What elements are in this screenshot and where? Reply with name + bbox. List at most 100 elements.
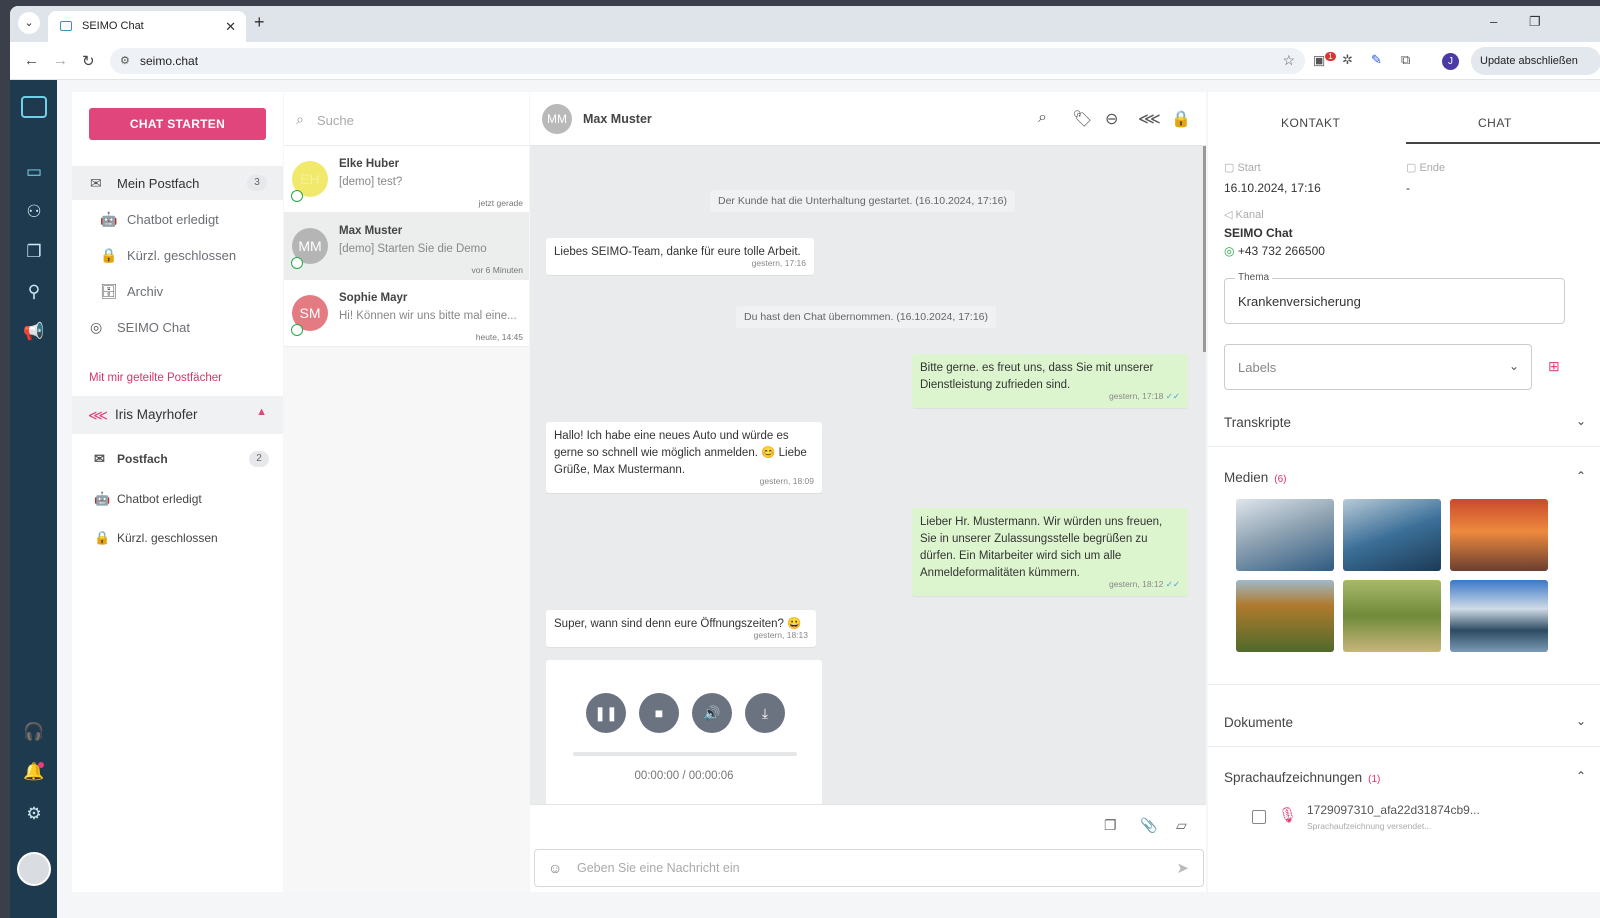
volume-button[interactable]: 🔊 bbox=[692, 693, 732, 733]
tab-chat[interactable]: CHAT bbox=[1478, 116, 1512, 130]
section-voice-recordings[interactable]: Sprachaufzeichnungen (1) ⌃ bbox=[1208, 753, 1600, 801]
sidebar-item-label: Kürzl. geschlossen bbox=[127, 248, 237, 263]
media-thumbnail[interactable] bbox=[1450, 580, 1548, 652]
back-icon[interactable]: ← bbox=[24, 52, 39, 69]
channel-label: ◁ Kanal bbox=[1224, 209, 1264, 221]
broadcast-nav-icon[interactable]: 📢 bbox=[22, 320, 46, 344]
templates-icon[interactable]: ❐ bbox=[1104, 817, 1117, 834]
audio-time: 00:00:00 / 00:00:06 bbox=[634, 770, 734, 782]
sidebar-item-label: SEIMO Chat bbox=[117, 320, 190, 335]
conversation-item[interactable]: EH Elke Huber [demo] test? jetzt gerade bbox=[284, 146, 529, 213]
forward-icon[interactable]: → bbox=[53, 52, 68, 69]
shared-owner-name: Iris Mayrhofer bbox=[115, 407, 198, 422]
share-icon[interactable]: ⋘ bbox=[1138, 109, 1161, 129]
chevron-up-icon: ▲ bbox=[256, 406, 267, 418]
channel-name: SEIMO Chat bbox=[1224, 226, 1293, 240]
section-media[interactable]: Medien (6) ⌃ bbox=[1208, 453, 1600, 501]
conversation-item[interactable]: MM Max Muster [demo] Starten Sie die Dem… bbox=[284, 213, 529, 280]
lock-icon[interactable]: 🔒 bbox=[1171, 109, 1191, 129]
media-thumbnail[interactable] bbox=[1343, 580, 1441, 652]
section-transcripts[interactable]: Transkripte ⌄ bbox=[1208, 398, 1600, 446]
conversation-list: ⌕ Suche EH Elke Huber [demo] test? jetzt… bbox=[284, 92, 529, 892]
media-thumbnail[interactable] bbox=[1450, 499, 1548, 571]
new-tab-icon[interactable]: + bbox=[254, 12, 265, 33]
message-preview: [demo] Starten Sie die Demo bbox=[339, 243, 487, 255]
reload-icon[interactable]: ↻ bbox=[82, 52, 95, 70]
message-time: vor 6 Minuten bbox=[471, 265, 524, 275]
close-tab-icon[interactable]: ✕ bbox=[225, 19, 236, 35]
tab-contact[interactable]: KONTAKT bbox=[1281, 116, 1340, 130]
labels-placeholder: Labels bbox=[1238, 360, 1277, 375]
message-time: gestern, 18:12 ✓✓ bbox=[1109, 576, 1180, 593]
templates-nav-icon[interactable]: ❐ bbox=[22, 240, 46, 264]
url-field[interactable]: ⚙ seimo.chat ☆ bbox=[110, 48, 1305, 74]
section-documents[interactable]: Dokumente ⌄ bbox=[1208, 698, 1600, 746]
attachment-icon[interactable]: 📎 bbox=[1140, 817, 1157, 834]
settings-gear-icon[interactable]: ⚙ bbox=[22, 802, 46, 826]
sidebar-item-my-inbox[interactable]: ✉ Mein Postfach 3 bbox=[72, 166, 283, 200]
stop-button[interactable]: ■ bbox=[639, 693, 679, 733]
sidebar-item-archive[interactable]: 🗄 Archiv bbox=[72, 274, 283, 308]
extensions-puzzle-icon[interactable]: ⧉ bbox=[1401, 52, 1410, 68]
contact-name: Elke Huber bbox=[339, 158, 400, 170]
chevron-up-icon: ⌃ bbox=[1575, 469, 1586, 483]
profile-avatar[interactable]: J bbox=[1442, 53, 1459, 70]
outgoing-message: Lieber Hr. Mustermann. Wir würden uns fr… bbox=[912, 508, 1188, 596]
pause-button[interactable]: ❚❚ bbox=[586, 693, 626, 733]
topic-label: Thema bbox=[1235, 272, 1273, 283]
browser-tab[interactable]: SEIMO Chat ✕ bbox=[48, 11, 246, 42]
sidebar-item-seimo-chat[interactable]: ◎ SEIMO Chat bbox=[72, 310, 283, 344]
close-chat-icon[interactable]: ⊖ bbox=[1105, 109, 1118, 129]
shared-owner-toggle[interactable]: ⋘ Iris Mayrhofer ▲ bbox=[72, 396, 283, 434]
shared-item-chatbot-done[interactable]: 🤖 Chatbot erledigt bbox=[72, 484, 283, 514]
routing-nav-icon[interactable]: ⚲ bbox=[22, 280, 46, 304]
message-input[interactable]: ☺ Geben Sie eine Nachricht ein ➤ bbox=[534, 849, 1204, 887]
contacts-nav-icon[interactable]: ⚇ bbox=[22, 200, 46, 224]
pin-extension-icon[interactable]: ✎ bbox=[1371, 52, 1382, 68]
media-thumbnail[interactable] bbox=[1343, 499, 1441, 571]
start-label: ▢ Start bbox=[1224, 162, 1261, 174]
seimo-logo-icon[interactable] bbox=[21, 96, 47, 118]
chats-nav-icon[interactable]: ▭ bbox=[22, 160, 46, 184]
tag-icon[interactable]: 🏷 bbox=[1072, 109, 1092, 129]
audio-progress-bar[interactable] bbox=[573, 752, 797, 756]
minimize-icon[interactable]: – bbox=[1490, 14, 1497, 29]
tab-title: SEIMO Chat bbox=[82, 20, 144, 32]
chat-scrollbar[interactable] bbox=[1203, 146, 1206, 352]
notification-dot bbox=[38, 762, 44, 768]
media-thumbnail[interactable] bbox=[1236, 580, 1334, 652]
voice-select-checkbox[interactable] bbox=[1252, 810, 1266, 824]
sidebar-item-recently-closed[interactable]: 🔒 Kürzl. geschlossen bbox=[72, 238, 283, 272]
read-ticks-icon: ✓✓ bbox=[1165, 579, 1180, 589]
message-time-text: gestern, 18:12 bbox=[1109, 579, 1164, 589]
translate-extension-icon[interactable]: ✲ bbox=[1342, 52, 1353, 68]
topic-value: Krankenversicherung bbox=[1238, 294, 1361, 309]
tab-search-icon[interactable]: ⌄ bbox=[18, 12, 40, 34]
send-icon[interactable]: ➤ bbox=[1176, 859, 1189, 877]
sidebar-item-chatbot-done[interactable]: 🤖 Chatbot erledigt bbox=[72, 202, 283, 236]
search-icon[interactable]: ⌕ bbox=[1038, 109, 1047, 127]
note-icon[interactable]: ▱ bbox=[1176, 817, 1187, 834]
labels-select[interactable]: Labels ⌄ bbox=[1224, 344, 1532, 390]
topic-field[interactable]: Thema Krankenversicherung bbox=[1224, 272, 1565, 324]
emoji-icon[interactable]: ☺ bbox=[548, 860, 562, 876]
support-headset-icon[interactable]: 🎧 bbox=[22, 720, 46, 744]
extension-icon[interactable]: ▣ 1 bbox=[1313, 52, 1336, 68]
update-button[interactable]: Update abschließen bbox=[1471, 47, 1600, 75]
bookmark-star-icon[interactable]: ☆ bbox=[1282, 52, 1295, 69]
restore-icon[interactable]: ❐ bbox=[1529, 14, 1541, 30]
voice-file-name[interactable]: 1729097310_afa22d31874cb9... bbox=[1307, 803, 1480, 817]
media-thumbnail[interactable] bbox=[1236, 499, 1334, 571]
shared-item-inbox[interactable]: ✉ Postfach 2 bbox=[72, 444, 283, 474]
start-chat-button[interactable]: CHAT STARTEN bbox=[89, 108, 266, 140]
inbox-count-badge: 3 bbox=[247, 175, 267, 191]
download-button[interactable]: ⤓ bbox=[745, 693, 785, 733]
site-settings-icon[interactable]: ⚙ bbox=[120, 54, 130, 67]
conversation-item[interactable]: SM Sophie Mayr Hi! Können wir uns bitte … bbox=[284, 280, 529, 347]
section-title: Dokumente bbox=[1224, 715, 1294, 730]
conversation-search[interactable]: ⌕ Suche bbox=[284, 92, 529, 146]
user-avatar[interactable] bbox=[17, 852, 51, 886]
chevron-down-icon: ⌄ bbox=[1575, 714, 1586, 728]
add-label-icon[interactable]: ⊞ bbox=[1548, 358, 1560, 375]
shared-item-recently-closed[interactable]: 🔒 Kürzl. geschlossen bbox=[72, 523, 283, 553]
